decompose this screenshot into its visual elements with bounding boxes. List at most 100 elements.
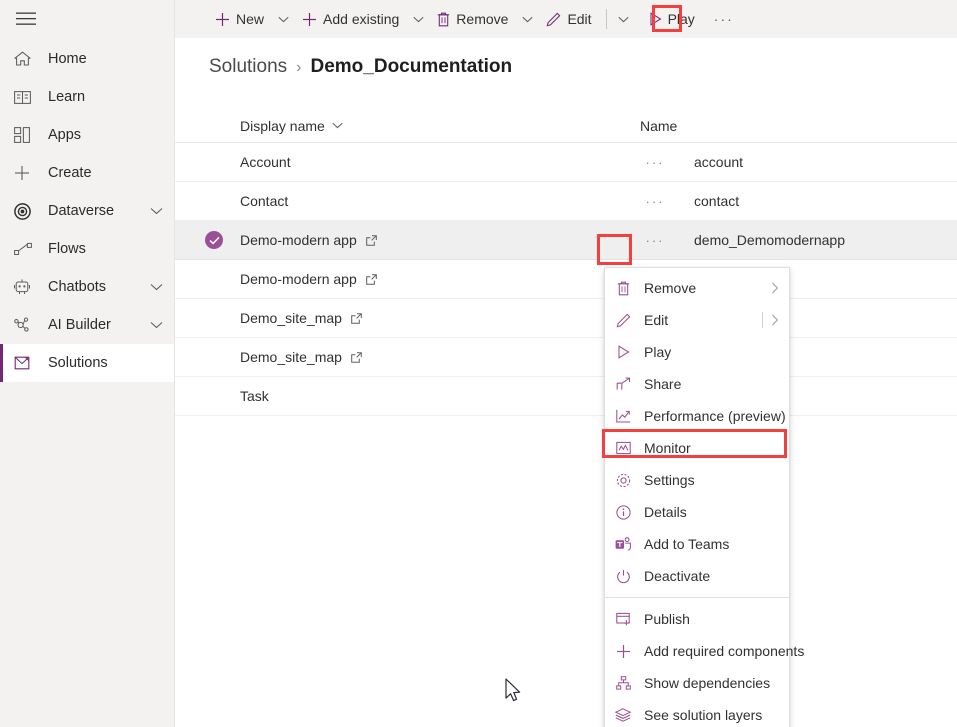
menu-item-deactivate[interactable]: Deactivate	[605, 560, 789, 592]
menu-item-see-solution-layers[interactable]: See solution layers	[605, 699, 789, 727]
menu-item-add-to-teams[interactable]: Add to Teams	[605, 528, 789, 560]
chart-line-icon	[614, 409, 632, 423]
remove-button[interactable]: Remove	[429, 0, 516, 38]
toolbar-divider	[605, 9, 607, 29]
menu-item-play[interactable]: Play	[605, 336, 789, 368]
cell-display-name: Account	[240, 154, 640, 170]
breadcrumb-current: Demo_Documentation	[310, 56, 513, 77]
menu-divider	[605, 597, 789, 598]
table-row[interactable]: Contact ··· contact	[175, 182, 957, 221]
sidebar-item-home[interactable]: Home	[0, 40, 174, 78]
external-link-icon[interactable]	[365, 273, 377, 285]
table-header-row: Display name Name	[175, 109, 957, 143]
sidebar-item-learn[interactable]: Learn	[0, 78, 174, 116]
table-row-selected[interactable]: Demo-modern app ··· demo_Demomodernapp	[175, 221, 957, 260]
display-name-text: Demo_site_map	[240, 349, 342, 365]
play-button-label: Play	[667, 11, 695, 27]
menu-item-show-dependencies[interactable]: Show dependencies	[605, 667, 789, 699]
table-row[interactable]: Account ··· account	[175, 143, 957, 182]
cell-display-name: Demo_site_map	[240, 310, 640, 326]
hamburger-menu-button[interactable]	[0, 0, 174, 38]
menu-item-monitor[interactable]: Monitor	[605, 432, 789, 464]
row-select-checkbox[interactable]	[205, 231, 240, 249]
chevron-down-icon[interactable]	[150, 283, 164, 291]
sidebar-item-chatbots[interactable]: Chatbots	[0, 268, 174, 306]
chevron-down-icon[interactable]	[150, 207, 164, 215]
cell-display-name: Contact	[240, 193, 640, 209]
remove-button-label: Remove	[456, 11, 509, 27]
cell-name: demo_Demomodernapp	[694, 232, 845, 248]
menu-item-remove[interactable]: Remove	[605, 272, 789, 304]
sidebar-nav-list: Home Learn Apps Create Dataverse Flows C…	[0, 40, 174, 382]
display-name-text: Account	[240, 154, 291, 170]
menu-item-label: Play	[644, 344, 672, 360]
add-existing-button[interactable]: Add existing	[294, 0, 407, 38]
edit-button[interactable]: Edit	[538, 0, 599, 38]
toolbar-overflow-label: ···	[713, 11, 734, 27]
new-button[interactable]: New	[207, 0, 272, 38]
hamburger-icon	[16, 12, 36, 25]
cell-display-name: Demo_site_map	[240, 349, 640, 365]
menu-item-divider	[762, 312, 763, 328]
menu-item-edit[interactable]: Edit	[605, 304, 789, 336]
chevron-down-icon	[332, 122, 343, 129]
table-row[interactable]: Demo_site_map	[175, 338, 957, 377]
cell-display-name: Demo-modern app	[240, 232, 640, 248]
gear-icon	[614, 473, 632, 488]
remove-dropdown-caret[interactable]	[516, 0, 538, 38]
menu-item-label: See solution layers	[644, 707, 763, 723]
share-icon	[614, 377, 632, 391]
sidebar-item-ai-builder[interactable]: AI Builder	[0, 306, 174, 344]
row-context-menu: Remove Edit Play Share Performance (prev…	[604, 267, 804, 727]
external-link-icon[interactable]	[351, 312, 362, 324]
home-icon	[14, 49, 36, 69]
sidebar-item-label: Dataverse	[48, 203, 115, 219]
table-row[interactable]: Demo_site_map	[175, 299, 957, 338]
new-dropdown-caret[interactable]	[272, 0, 294, 38]
menu-item-label: Settings	[644, 472, 695, 488]
sidebar-item-label: AI Builder	[48, 317, 111, 333]
sidebar-item-label: Solutions	[48, 355, 108, 371]
column-header-name[interactable]: Name	[640, 118, 957, 134]
play-button[interactable]: Play	[641, 0, 703, 38]
sidebar-item-flows[interactable]: Flows	[0, 230, 174, 268]
menu-item-share[interactable]: Share	[605, 368, 789, 400]
edit-dropdown-caret[interactable]	[613, 0, 635, 38]
external-link-icon[interactable]	[351, 351, 362, 363]
menu-item-add-required-components[interactable]: Add required components	[605, 635, 804, 667]
toolbar-overflow-button[interactable]: ···	[709, 6, 739, 33]
breadcrumb: Solutions › Demo_Documentation	[175, 38, 957, 78]
menu-item-label: Publish	[644, 611, 690, 627]
menu-item-performance[interactable]: Performance (preview)	[605, 400, 789, 432]
column-header-display-name[interactable]: Display name	[240, 118, 640, 134]
external-link-icon[interactable]	[365, 234, 377, 246]
sidebar-item-apps[interactable]: Apps	[0, 116, 174, 154]
table-row[interactable]: Task	[175, 377, 957, 416]
add-existing-dropdown-caret[interactable]	[407, 0, 429, 38]
solutions-icon	[14, 353, 36, 373]
menu-item-label: Add to Teams	[644, 536, 730, 552]
cell-display-name: Task	[240, 388, 640, 404]
sidebar-item-solutions[interactable]: Solutions	[0, 344, 174, 382]
menu-item-publish[interactable]: Publish	[605, 603, 789, 635]
table-row[interactable]: Demo-modern app	[175, 260, 957, 299]
chevron-down-icon	[277, 16, 289, 22]
menu-item-settings[interactable]: Settings	[605, 464, 789, 496]
menu-item-details[interactable]: Details	[605, 496, 789, 528]
checkmark-icon	[205, 231, 223, 249]
teams-icon	[614, 537, 632, 551]
row-overflow-button[interactable]: ···	[640, 194, 670, 209]
pencil-icon	[546, 12, 561, 27]
sidebar-item-dataverse[interactable]: Dataverse	[0, 192, 174, 230]
breadcrumb-parent-link[interactable]: Solutions	[209, 56, 287, 78]
row-overflow-button[interactable]: ···	[640, 155, 670, 170]
sidebar-item-label: Flows	[48, 241, 86, 257]
play-triangle-icon	[614, 345, 632, 359]
row-overflow-button[interactable]: ···	[640, 233, 670, 248]
column-header-label: Name	[640, 117, 678, 134]
monitor-icon	[614, 441, 632, 455]
sidebar-item-create[interactable]: Create	[0, 154, 174, 192]
chevron-right-icon[interactable]	[771, 314, 783, 326]
menu-item-label: Add required components	[644, 643, 805, 659]
chevron-down-icon[interactable]	[150, 321, 164, 329]
